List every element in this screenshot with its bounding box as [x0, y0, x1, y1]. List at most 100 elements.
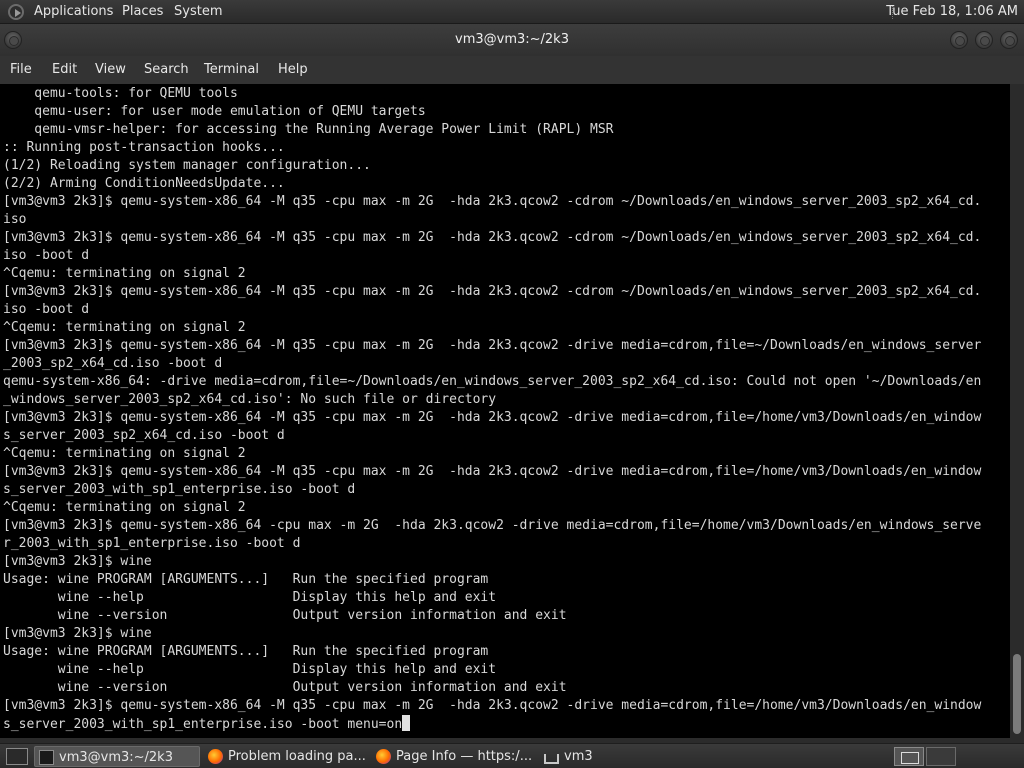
terminal-line-text: [vm3@vm3 2k3]$ qemu-system-x86_64 -M q35… — [3, 284, 982, 299]
maximize-button[interactable] — [975, 31, 993, 49]
task-label: vm3@vm3:~/2k3 — [59, 750, 173, 765]
terminal-line-text: [vm3@vm3 2k3]$ wine — [3, 626, 152, 641]
system-menu[interactable]: System — [174, 4, 222, 19]
bottom-taskbar: vm3@vm3:~/2k3 Problem loading pa... Page… — [0, 743, 1024, 768]
terminal-menubar: File Edit View Search Terminal Help — [0, 56, 1024, 84]
close-button[interactable] — [1000, 31, 1018, 49]
task-vm3-folder[interactable]: vm3 — [540, 746, 660, 767]
terminal-line-text: ^Cqemu: terminating on signal 2 — [3, 266, 246, 281]
terminal-line: s_server_2003_sp2_x64_cd.iso -boot d — [3, 427, 1010, 445]
terminal-line: [vm3@vm3 2k3]$ qemu-system-x86_64 -M q35… — [3, 229, 1010, 247]
top-panel: Applications Places System Tue Feb 18, 1… — [0, 0, 1024, 24]
terminal-line-text: wine --help Display this help and exit — [3, 590, 497, 605]
terminal-line-text: [vm3@vm3 2k3]$ qemu-system-x86_64 -M q35… — [3, 194, 982, 209]
terminal-line: wine --version Output version informatio… — [3, 679, 1010, 697]
terminal-line-text: [vm3@vm3 2k3]$ qemu-system-x86_64 -cpu m… — [3, 518, 982, 533]
terminal-line: [vm3@vm3 2k3]$ qemu-system-x86_64 -M q35… — [3, 193, 1010, 211]
task-firefox-problem[interactable]: Problem loading pa... — [204, 746, 370, 767]
terminal-line-text: iso -boot d — [3, 248, 90, 263]
menu-help[interactable]: Help — [278, 62, 308, 77]
terminal-line: Usage: wine PROGRAM [ARGUMENTS...] Run t… — [3, 643, 1010, 661]
terminal-line: iso -boot d — [3, 247, 1010, 265]
scrollbar-thumb[interactable] — [1013, 654, 1021, 734]
task-terminal[interactable]: vm3@vm3:~/2k3 — [34, 746, 200, 767]
task-label: Problem loading pa... — [228, 749, 366, 764]
terminal-line: :: Running post-transaction hooks... — [3, 139, 1010, 157]
terminal-line-text: [vm3@vm3 2k3]$ wine — [3, 554, 152, 569]
terminal-line: [vm3@vm3 2k3]$ qemu-system-x86_64 -M q35… — [3, 463, 1010, 481]
terminal-icon — [39, 750, 54, 765]
firefox-icon — [376, 749, 391, 764]
clock[interactable]: Tue Feb 18, 1:06 AM — [886, 4, 1018, 19]
task-firefox-pageinfo[interactable]: Page Info — https:/... — [372, 746, 538, 767]
menu-search[interactable]: Search — [144, 62, 189, 77]
menu-file[interactable]: File — [10, 62, 32, 77]
terminal-line: ^Cqemu: terminating on signal 2 — [3, 499, 1010, 517]
workspace-1-switcher[interactable] — [894, 747, 924, 766]
task-label: Page Info — https:/... — [396, 749, 533, 764]
window-titlebar[interactable]: vm3@vm3:~/2k3 — [0, 24, 1024, 56]
terminal-output[interactable]: qemu-tools: for QEMU tools qemu-user: fo… — [0, 84, 1010, 738]
terminal-line-text: qemu-system-x86_64: -drive media=cdrom,f… — [3, 374, 982, 389]
firefox-icon — [208, 749, 223, 764]
terminal-line-text: ^Cqemu: terminating on signal 2 — [3, 500, 246, 515]
applications-logo-icon[interactable] — [8, 4, 24, 20]
places-menu[interactable]: Places — [122, 4, 163, 19]
terminal-line: [vm3@vm3 2k3]$ qemu-system-x86_64 -M q35… — [3, 337, 1010, 355]
terminal-line: qemu-system-x86_64: -drive media=cdrom,f… — [3, 373, 1010, 391]
terminal-line: _windows_server_2003_sp2_x64_cd.iso': No… — [3, 391, 1010, 409]
terminal-line: [vm3@vm3 2k3]$ qemu-system-x86_64 -M q35… — [3, 697, 1010, 715]
applications-menu[interactable]: Applications — [34, 4, 113, 19]
terminal-line-text: [vm3@vm3 2k3]$ qemu-system-x86_64 -M q35… — [3, 464, 982, 479]
terminal-line-text: Usage: wine PROGRAM [ARGUMENTS...] Run t… — [3, 572, 489, 587]
window-title: vm3@vm3:~/2k3 — [455, 32, 569, 47]
terminal-line: qemu-tools: for QEMU tools — [3, 85, 1010, 103]
terminal-line-text: wine --version Output version informatio… — [3, 680, 567, 695]
terminal-line-text: [vm3@vm3 2k3]$ qemu-system-x86_64 -M q35… — [3, 230, 982, 245]
home-folder-icon — [544, 754, 559, 764]
terminal-line: _2003_sp2_x64_cd.iso -boot d — [3, 355, 1010, 373]
terminal-scrollbar[interactable] — [1010, 84, 1024, 738]
terminal-line-text: wine --version Output version informatio… — [3, 608, 567, 623]
terminal-line: wine --help Display this help and exit — [3, 589, 1010, 607]
workspace-2-switcher[interactable] — [926, 747, 956, 766]
terminal-line: iso — [3, 211, 1010, 229]
terminal-line: [vm3@vm3 2k3]$ qemu-system-x86_64 -cpu m… — [3, 517, 1010, 535]
menu-edit[interactable]: Edit — [52, 62, 77, 77]
terminal-line-text: iso -boot d — [3, 302, 90, 317]
terminal-line-text: qemu-tools: for QEMU tools — [3, 86, 238, 101]
terminal-line: s_server_2003_with_sp1_enterprise.iso -b… — [3, 481, 1010, 499]
terminal-line-text: ^Cqemu: terminating on signal 2 — [3, 446, 246, 461]
terminal-line: ^Cqemu: terminating on signal 2 — [3, 445, 1010, 463]
text-cursor — [402, 715, 411, 731]
terminal-line: (1/2) Reloading system manager configura… — [3, 157, 1010, 175]
window-menu-button[interactable] — [4, 31, 22, 49]
terminal-line: (2/2) Arming ConditionNeedsUpdate... — [3, 175, 1010, 193]
terminal-line-text: :: Running post-transaction hooks... — [3, 140, 285, 155]
terminal-line-text: r_2003_with_sp1_enterprise.iso -boot d — [3, 536, 301, 551]
terminal-line-text: iso — [3, 212, 27, 227]
terminal-line-text: [vm3@vm3 2k3]$ qemu-system-x86_64 -M q35… — [3, 338, 982, 353]
minimize-button[interactable] — [950, 31, 968, 49]
menu-view[interactable]: View — [95, 62, 126, 77]
menu-terminal[interactable]: Terminal — [204, 62, 259, 77]
terminal-line: qemu-user: for user mode emulation of QE… — [3, 103, 1010, 121]
terminal-line-text: qemu-user: for user mode emulation of QE… — [3, 104, 426, 119]
terminal-line-text: (2/2) Arming ConditionNeedsUpdate... — [3, 176, 285, 191]
terminal-line: [vm3@vm3 2k3]$ wine — [3, 553, 1010, 571]
terminal-line-text: qemu-vmsr-helper: for accessing the Runn… — [3, 122, 614, 137]
task-label: vm3 — [564, 749, 593, 764]
terminal-line: qemu-vmsr-helper: for accessing the Runn… — [3, 121, 1010, 139]
terminal-line-text: _windows_server_2003_sp2_x64_cd.iso': No… — [3, 392, 497, 407]
terminal-line: iso -boot d — [3, 301, 1010, 319]
terminal-line-text: s_server_2003_with_sp1_enterprise.iso -b… — [3, 482, 356, 497]
terminal-line: wine --help Display this help and exit — [3, 661, 1010, 679]
terminal-line-text: Usage: wine PROGRAM [ARGUMENTS...] Run t… — [3, 644, 489, 659]
terminal-line-text: [vm3@vm3 2k3]$ qemu-system-x86_64 -M q35… — [3, 698, 982, 713]
terminal-line-text: _2003_sp2_x64_cd.iso -boot d — [3, 356, 223, 371]
terminal-line: ^Cqemu: terminating on signal 2 — [3, 265, 1010, 283]
terminal-line: r_2003_with_sp1_enterprise.iso -boot d — [3, 535, 1010, 553]
show-desktop-icon[interactable] — [6, 748, 28, 765]
terminal-line: [vm3@vm3 2k3]$ qemu-system-x86_64 -M q35… — [3, 409, 1010, 427]
terminal-line-text: ^Cqemu: terminating on signal 2 — [3, 320, 246, 335]
